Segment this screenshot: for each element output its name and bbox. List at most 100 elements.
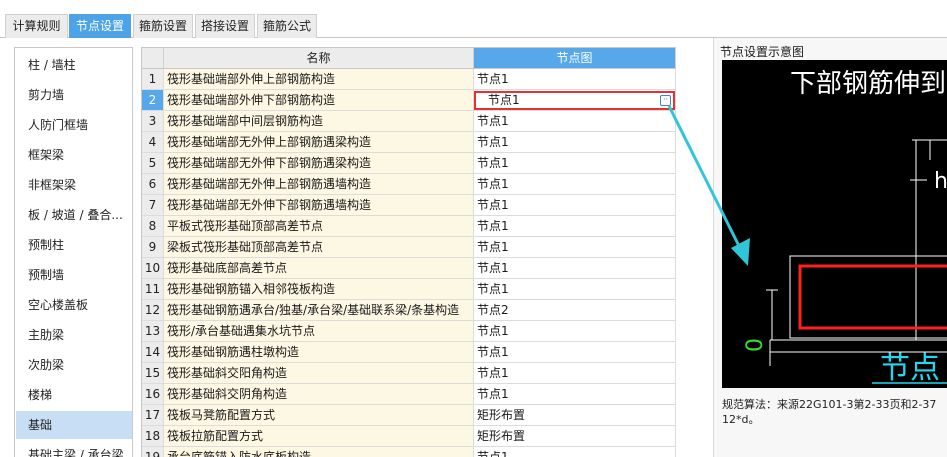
tab-stirrup-formula[interactable]: 箍筋公式: [257, 14, 317, 38]
header-name[interactable]: 名称: [164, 48, 474, 69]
category-item-foundation[interactable]: 基础: [16, 411, 132, 439]
category-item-precast-column[interactable]: 预制柱: [16, 231, 132, 259]
row-number: 14: [142, 342, 164, 363]
table-row[interactable]: 4 筏形基础端部无外伸上部钢筋遇梁构造 节点1: [142, 132, 676, 153]
row-node-cell[interactable]: 节点1: [474, 195, 676, 216]
table-row[interactable]: 3 筏形基础端部中间层钢筋构造 节点1: [142, 111, 676, 132]
table-row[interactable]: 12 筏形基础钢筋遇承台/独基/承台梁/基础联系梁/条基构造 节点2: [142, 300, 676, 321]
row-number: 2: [142, 90, 164, 111]
row-node-cell[interactable]: 节点1: [474, 111, 676, 132]
table-row[interactable]: 17 筏板马凳筋配置方式 矩形布置: [142, 405, 676, 426]
row-name-cell[interactable]: 筏形基础端部无外伸下部钢筋遇梁构造: [164, 153, 474, 174]
category-item-precast-wall[interactable]: 预制墙: [16, 261, 132, 289]
table-row[interactable]: 10 筏形基础底部高差节点 节点1: [142, 258, 676, 279]
row-name-cell[interactable]: 筏形基础端部外伸下部钢筋构造: [164, 90, 474, 111]
row-name-cell[interactable]: 筏形基础钢筋遇柱墩构造: [164, 342, 474, 363]
table-row[interactable]: 9 梁板式筏形基础顶部高差节点 节点1: [142, 237, 676, 258]
row-number: 13: [142, 321, 164, 342]
row-node-cell[interactable]: 节点1: [474, 216, 676, 237]
table-row[interactable]: 7 筏形基础端部无外伸下部钢筋遇墙构造 节点1: [142, 195, 676, 216]
table-row[interactable]: 16 筏形基础斜交阴角构造 节点1: [142, 384, 676, 405]
category-item-hollow-floor-slab[interactable]: 空心楼盖板: [16, 291, 132, 319]
row-name-cell[interactable]: 筏形基础钢筋遇承台/独基/承台梁/基础联系梁/条基构造: [164, 300, 474, 321]
category-item-slab-ramp[interactable]: 板 / 坡道 / 叠合...: [16, 201, 132, 229]
node-settings-table: 名称 节点图 1 筏形基础端部外伸上部钢筋构造 节点1 2 筏形基础端部外伸下部钢筋构造…: [141, 47, 676, 457]
ellipsis-button[interactable]: ··: [660, 95, 671, 106]
row-name-cell[interactable]: 筏板马凳筋配置方式: [164, 405, 474, 426]
table-row[interactable]: 5 筏形基础端部无外伸下部钢筋遇梁构造 节点1: [142, 153, 676, 174]
row-node-cell[interactable]: 节点1: [474, 258, 676, 279]
row-name-cell[interactable]: 筏形基础端部无外伸上部钢筋遇墙构造: [164, 174, 474, 195]
category-item-secondary-rib-beam[interactable]: 次肋梁: [16, 351, 132, 379]
row-node-cell[interactable]: 节点1: [474, 447, 676, 457]
diagram-label-zero: 0: [743, 338, 768, 352]
node-edit-field[interactable]: 节点1 ··: [474, 91, 675, 110]
tab-node-settings[interactable]: 节点设置: [69, 14, 131, 38]
table-row[interactable]: 8 平板式筏形基础顶部高差节点 节点1: [142, 216, 676, 237]
row-node-cell[interactable]: 节点1: [474, 153, 676, 174]
row-name-cell[interactable]: 承台底筋锚入防水底板构造: [164, 447, 474, 457]
node-diagram-canvas: 下部钢筋伸到 h 0 节点: [722, 60, 947, 388]
node-preview-panel: 节点设置示意图 下部钢筋伸到 h 0 节点 规范算法：来源22G101-3第2-…: [713, 38, 947, 457]
row-name-cell[interactable]: 筏形基础钢筋锚入相邻筏板构造: [164, 279, 474, 300]
diagram-label-h: h: [934, 169, 947, 194]
tab-calc-rules[interactable]: 计算规则: [5, 14, 68, 38]
category-item-non-frame-beam[interactable]: 非框架梁: [16, 171, 132, 199]
tab-lap-settings[interactable]: 搭接设置: [195, 14, 255, 38]
category-item-foundation-main-beam[interactable]: 基础主梁 / 承台梁: [16, 441, 132, 457]
row-name-cell[interactable]: 筏板拉筋配置方式: [164, 426, 474, 447]
row-name-cell[interactable]: 梁板式筏形基础顶部高差节点: [164, 237, 474, 258]
row-node-cell[interactable]: 节点1: [474, 279, 676, 300]
header-node-diagram[interactable]: 节点图: [474, 48, 676, 69]
row-name-cell[interactable]: 筏形/承台基础遇集水坑节点: [164, 321, 474, 342]
table-row[interactable]: 13 筏形/承台基础遇集水坑节点 节点1: [142, 321, 676, 342]
row-node-cell[interactable]: 节点1: [474, 363, 676, 384]
row-name-cell[interactable]: 筏形基础端部无外伸上部钢筋遇梁构造: [164, 132, 474, 153]
category-item-stair[interactable]: 楼梯: [16, 381, 132, 409]
row-node-cell[interactable]: 节点1: [474, 384, 676, 405]
table-row[interactable]: 2 筏形基础端部外伸下部钢筋构造 节点1 ··: [142, 90, 676, 111]
row-number: 3: [142, 111, 164, 132]
category-item-civil-defense-door-wall[interactable]: 人防门框墙: [16, 111, 132, 139]
row-node-cell[interactable]: 矩形布置: [474, 405, 676, 426]
row-number: 8: [142, 216, 164, 237]
row-name-cell[interactable]: 平板式筏形基础顶部高差节点: [164, 216, 474, 237]
row-number: 10: [142, 258, 164, 279]
row-name-cell[interactable]: 筏形基础端部中间层钢筋构造: [164, 111, 474, 132]
row-name-cell[interactable]: 筏形基础端部外伸上部钢筋构造: [164, 69, 474, 90]
table-row[interactable]: 6 筏形基础端部无外伸上部钢筋遇墙构造 节点1: [142, 174, 676, 195]
row-name-cell[interactable]: 筏形基础底部高差节点: [164, 258, 474, 279]
category-item-column[interactable]: 柱 / 墙柱: [16, 51, 132, 79]
row-name-cell[interactable]: 筏形基础斜交阳角构造: [164, 363, 474, 384]
row-number: 1: [142, 69, 164, 90]
category-item-frame-beam[interactable]: 框架梁: [16, 141, 132, 169]
category-item-main-rib-beam[interactable]: 主肋梁: [16, 321, 132, 349]
row-name-cell[interactable]: 筏形基础端部无外伸下部钢筋遇墙构造: [164, 195, 474, 216]
table-row[interactable]: 14 筏形基础钢筋遇柱墩构造 节点1: [142, 342, 676, 363]
row-number: 6: [142, 174, 164, 195]
table-row[interactable]: 18 筏板拉筋配置方式 矩形布置: [142, 426, 676, 447]
row-number: 18: [142, 426, 164, 447]
row-node-cell[interactable]: 节点1 ··: [474, 90, 676, 111]
category-item-shear-wall[interactable]: 剪力墙: [16, 81, 132, 109]
row-node-cell[interactable]: 矩形布置: [474, 426, 676, 447]
table-row[interactable]: 11 筏形基础钢筋锚入相邻筏板构造 节点1: [142, 279, 676, 300]
category-list: 柱 / 墙柱 剪力墙 人防门框墙 框架梁 非框架梁 板 / 坡道 / 叠合...…: [14, 47, 133, 457]
preview-description-line1: 规范算法：来源22G101-3第2-33页和2-37: [722, 398, 937, 411]
tab-stirrup-settings[interactable]: 箍筋设置: [133, 14, 193, 38]
table-header: 名称 节点图: [142, 48, 676, 69]
diagram-slab-outline: [789, 255, 947, 339]
row-number: 15: [142, 363, 164, 384]
table-row[interactable]: 19 承台底筋锚入防水底板构造 节点1: [142, 447, 676, 457]
row-node-cell[interactable]: 节点1: [474, 321, 676, 342]
row-node-cell[interactable]: 节点1: [474, 69, 676, 90]
row-node-cell[interactable]: 节点1: [474, 342, 676, 363]
table-row[interactable]: 15 筏形基础斜交阳角构造 节点1: [142, 363, 676, 384]
row-node-cell[interactable]: 节点1: [474, 174, 676, 195]
row-node-cell[interactable]: 节点1: [474, 132, 676, 153]
row-node-cell[interactable]: 节点1: [474, 237, 676, 258]
row-node-cell[interactable]: 节点2: [474, 300, 676, 321]
table-row[interactable]: 1 筏形基础端部外伸上部钢筋构造 节点1: [142, 69, 676, 90]
row-name-cell[interactable]: 筏形基础斜交阴角构造: [164, 384, 474, 405]
node-diagram: 下部钢筋伸到 h 0 节点: [743, 69, 947, 386]
